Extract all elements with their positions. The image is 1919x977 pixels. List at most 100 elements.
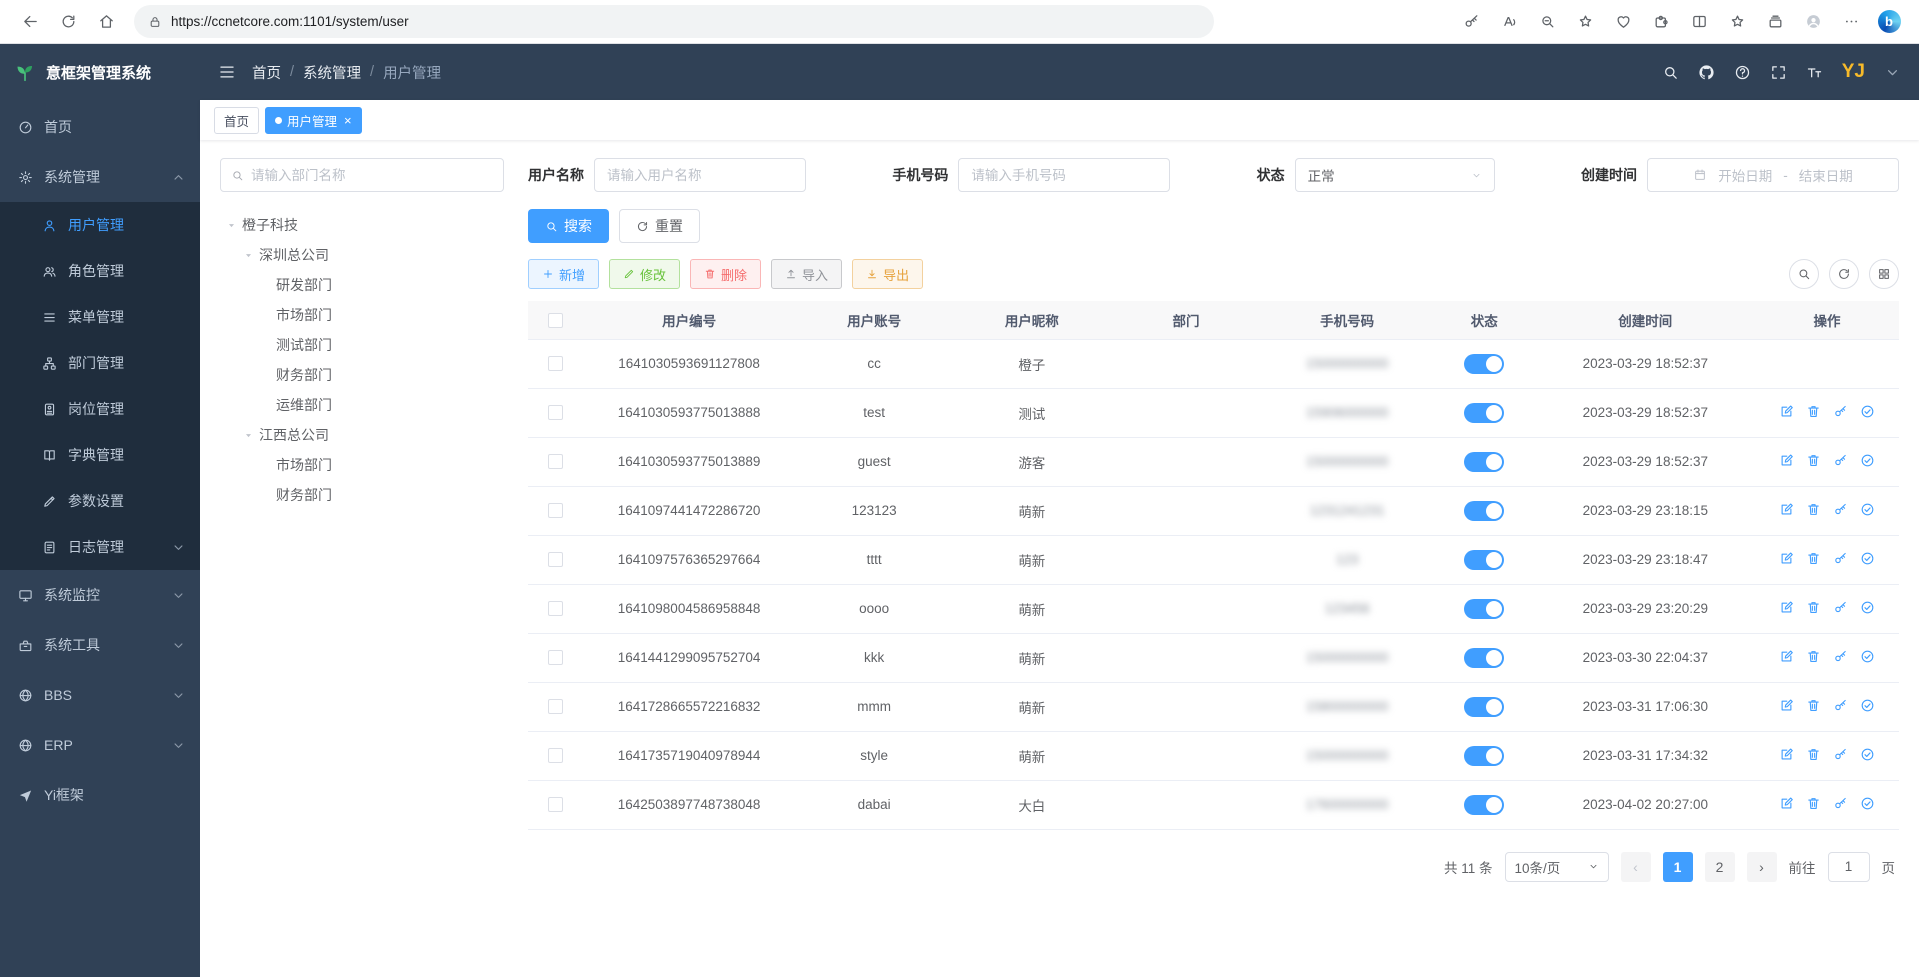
- reset-password-button[interactable]: [1833, 698, 1848, 713]
- next-page-button[interactable]: ›: [1747, 852, 1777, 882]
- zoom-out-icon[interactable]: [1529, 4, 1565, 40]
- status-toggle[interactable]: [1464, 648, 1504, 668]
- refresh-button[interactable]: [50, 4, 86, 40]
- close-tab-icon[interactable]: ×: [344, 113, 352, 128]
- status-toggle[interactable]: [1464, 746, 1504, 766]
- row-checkbox[interactable]: [548, 748, 563, 763]
- row-checkbox[interactable]: [548, 699, 563, 714]
- status-toggle[interactable]: [1464, 403, 1504, 423]
- essentials-icon[interactable]: [1605, 4, 1641, 40]
- github-icon[interactable]: [1698, 64, 1715, 81]
- sidebar-item[interactable]: 系统管理: [0, 152, 200, 202]
- tree-node[interactable]: 市场部门: [220, 300, 504, 330]
- sidebar-item[interactable]: 岗位管理: [0, 386, 200, 432]
- phone-input[interactable]: [958, 158, 1170, 192]
- row-checkbox[interactable]: [548, 405, 563, 420]
- delete-row-button[interactable]: [1806, 502, 1821, 517]
- add-button[interactable]: 新增: [528, 259, 599, 289]
- delete-row-button[interactable]: [1806, 404, 1821, 419]
- back-button[interactable]: [12, 4, 48, 40]
- reset-password-button[interactable]: [1833, 747, 1848, 762]
- assign-role-button[interactable]: [1860, 747, 1875, 762]
- daterange-picker[interactable]: 开始日期 - 结束日期: [1647, 158, 1899, 192]
- page-number-button[interactable]: 1: [1663, 852, 1693, 882]
- delete-row-button[interactable]: [1806, 698, 1821, 713]
- reset-password-button[interactable]: [1833, 453, 1848, 468]
- tree-node[interactable]: 测试部门: [220, 330, 504, 360]
- reset-password-button[interactable]: [1833, 502, 1848, 517]
- font-size-icon[interactable]: [1806, 64, 1823, 81]
- assign-role-button[interactable]: [1860, 649, 1875, 664]
- split-screen-icon[interactable]: [1681, 4, 1717, 40]
- goto-page-input[interactable]: [1828, 852, 1870, 882]
- imp-button[interactable]: 导入: [771, 259, 842, 289]
- sidebar-item[interactable]: 系统工具: [0, 620, 200, 670]
- collections-icon[interactable]: [1757, 4, 1793, 40]
- search-toggle-icon[interactable]: [1789, 259, 1819, 289]
- status-toggle[interactable]: [1464, 795, 1504, 815]
- profile-avatar[interactable]: [1795, 4, 1831, 40]
- sidebar-item[interactable]: 字典管理: [0, 432, 200, 478]
- delete-row-button[interactable]: [1806, 600, 1821, 615]
- exp-button[interactable]: 导出: [852, 259, 923, 289]
- reset-password-button[interactable]: [1833, 796, 1848, 811]
- reset-password-button[interactable]: [1833, 551, 1848, 566]
- edit-row-button[interactable]: [1779, 502, 1794, 517]
- row-checkbox[interactable]: [548, 650, 563, 665]
- yj-logo[interactable]: YJ: [1842, 61, 1865, 83]
- page-size-select[interactable]: 10条/页: [1505, 852, 1609, 882]
- sidebar-item[interactable]: BBS: [0, 670, 200, 720]
- delete-row-button[interactable]: [1806, 551, 1821, 566]
- assign-role-button[interactable]: [1860, 404, 1875, 419]
- bing-copilot-icon[interactable]: b: [1871, 4, 1907, 40]
- dept-search-input[interactable]: [251, 168, 493, 183]
- question-icon[interactable]: [1734, 64, 1751, 81]
- status-select[interactable]: 正常: [1295, 158, 1495, 192]
- sidebar-item[interactable]: Yi框架: [0, 770, 200, 820]
- tree-node[interactable]: 财务部门: [220, 360, 504, 390]
- username-input[interactable]: [594, 158, 806, 192]
- tree-node[interactable]: 研发部门: [220, 270, 504, 300]
- favorites-icon[interactable]: [1719, 4, 1755, 40]
- edit-row-button[interactable]: [1779, 551, 1794, 566]
- tree-node[interactable]: 运维部门: [220, 390, 504, 420]
- status-toggle[interactable]: [1464, 501, 1504, 521]
- sidebar-item[interactable]: 参数设置: [0, 478, 200, 524]
- assign-role-button[interactable]: [1860, 796, 1875, 811]
- assign-role-button[interactable]: [1860, 502, 1875, 517]
- select-all-checkbox[interactable]: [548, 313, 563, 328]
- sidebar-item[interactable]: 角色管理: [0, 248, 200, 294]
- address-bar[interactable]: https://ccnetcore.com:1101/system/user: [134, 5, 1214, 38]
- assign-role-button[interactable]: [1860, 453, 1875, 468]
- edit-row-button[interactable]: [1779, 796, 1794, 811]
- sidebar-item[interactable]: 菜单管理: [0, 294, 200, 340]
- favorite-add-icon[interactable]: [1567, 4, 1603, 40]
- more-options-icon[interactable]: [1833, 4, 1869, 40]
- home-button[interactable]: [88, 4, 124, 40]
- delete-row-button[interactable]: [1806, 747, 1821, 762]
- delete-row-button[interactable]: [1806, 453, 1821, 468]
- status-toggle[interactable]: [1464, 354, 1504, 374]
- tree-node[interactable]: 橙子科技: [220, 210, 504, 240]
- reset-password-button[interactable]: [1833, 404, 1848, 419]
- assign-role-button[interactable]: [1860, 698, 1875, 713]
- sidebar-item[interactable]: 部门管理: [0, 340, 200, 386]
- reset-button[interactable]: 重置: [619, 209, 700, 243]
- row-checkbox[interactable]: [548, 601, 563, 616]
- breadcrumb-item[interactable]: 系统管理: [303, 62, 361, 83]
- collapse-sidebar-icon[interactable]: [218, 63, 236, 81]
- edit-row-button[interactable]: [1779, 698, 1794, 713]
- row-checkbox[interactable]: [548, 797, 563, 812]
- fullscreen-icon[interactable]: [1770, 64, 1787, 81]
- row-checkbox[interactable]: [548, 503, 563, 518]
- key-icon[interactable]: [1453, 4, 1489, 40]
- search-button[interactable]: 搜索: [528, 209, 609, 243]
- refresh-table-icon[interactable]: [1829, 259, 1859, 289]
- reset-password-button[interactable]: [1833, 649, 1848, 664]
- sidebar-item[interactable]: 系统监控: [0, 570, 200, 620]
- sidebar-item[interactable]: 日志管理: [0, 524, 200, 570]
- tab-item[interactable]: 用户管理×: [265, 107, 362, 134]
- prev-page-button[interactable]: ‹: [1621, 852, 1651, 882]
- status-toggle[interactable]: [1464, 697, 1504, 717]
- sidebar-item[interactable]: ERP: [0, 720, 200, 770]
